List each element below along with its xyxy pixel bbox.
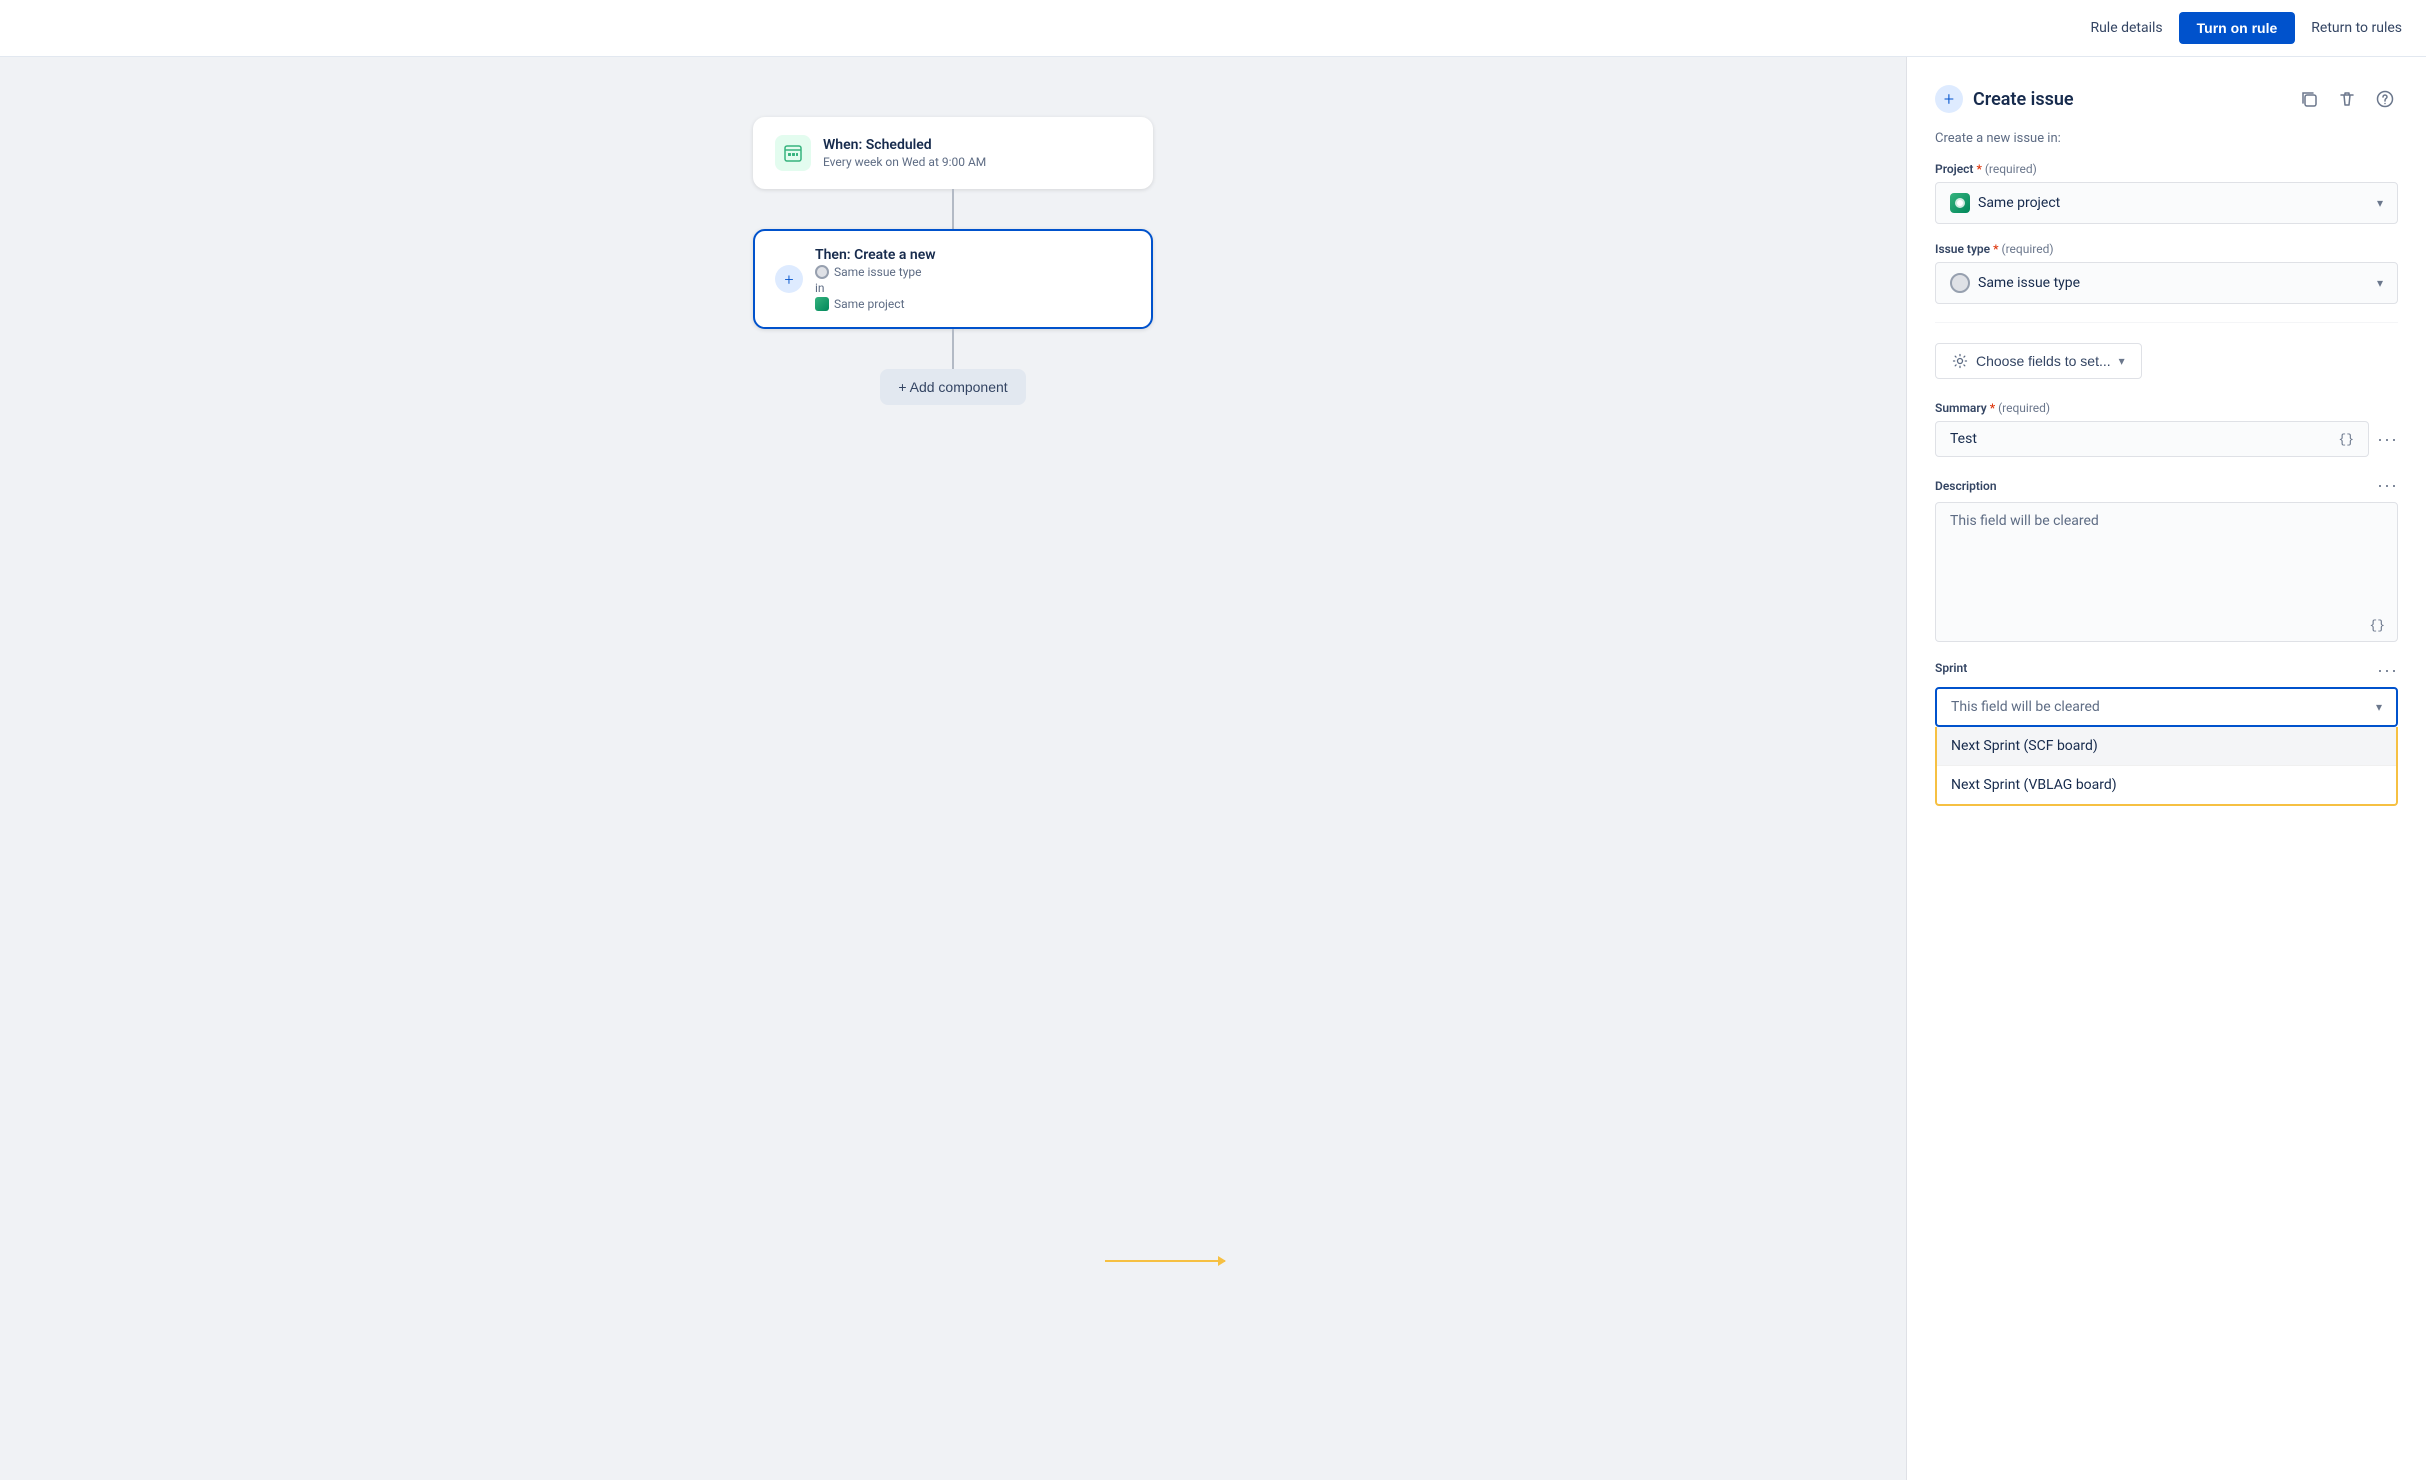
description-label: Description: [1935, 479, 1997, 493]
connector-1: [952, 189, 954, 229]
delete-icon-btn[interactable]: [2334, 86, 2360, 112]
summary-value: Test: [1950, 431, 1977, 447]
choose-fields-chevron: ▾: [2119, 354, 2125, 368]
arrow-line: [1105, 1260, 1225, 1262]
action-issue-type: Same issue type: [815, 265, 936, 279]
gear-icon: [1952, 353, 1968, 369]
choose-fields-label: Choose fields to set...: [1976, 353, 2111, 369]
project-select[interactable]: Same project ▾: [1935, 182, 2398, 224]
summary-more-button[interactable]: ···: [2377, 429, 2398, 450]
turn-on-rule-button[interactable]: Turn on rule: [2179, 12, 2296, 44]
action-content: Then: Create a new Same issue type in Sa…: [815, 247, 936, 311]
action-in-label: in: [815, 281, 936, 295]
description-curly-button[interactable]: {}: [2369, 618, 2385, 633]
sprint-option-1[interactable]: Next Sprint (VBLAG board): [1937, 765, 2396, 804]
right-panel: + Create issue: [1906, 57, 2426, 1480]
issue-type-mini-icon: [815, 265, 829, 279]
summary-curly-button[interactable]: {}: [2338, 432, 2354, 447]
action-issue-type-label: Same issue type: [834, 265, 921, 279]
project-mini-icon: [815, 297, 829, 311]
trigger-node[interactable]: When: Scheduled Every week on Wed at 9:0…: [753, 117, 1153, 189]
action-project-label: Same project: [834, 297, 905, 311]
description-more-button[interactable]: ···: [2377, 475, 2398, 496]
panel-subtitle: Create a new issue in:: [1935, 131, 2398, 146]
project-value: Same project: [1978, 195, 2060, 211]
sprint-option-1-label: Next Sprint (VBLAG board): [1951, 777, 2117, 793]
description-placeholder: This field will be cleared: [1950, 513, 2099, 529]
action-add-icon: +: [775, 265, 803, 293]
sprint-field-header: Sprint ···: [1935, 660, 2398, 681]
issue-type-select-inner: Same issue type: [1950, 273, 2080, 293]
project-field-row: Project * (required) Same project ▾: [1935, 162, 2398, 224]
action-title: Then: Create a new: [815, 247, 936, 263]
sprint-dropdown[interactable]: This field will be cleared ▾: [1935, 687, 2398, 727]
add-component-button[interactable]: + Add component: [880, 369, 1025, 405]
sprint-option-0[interactable]: Next Sprint (SCF board): [1937, 727, 2396, 765]
copy-icon-btn[interactable]: [2296, 86, 2322, 112]
top-nav: Rule details Turn on rule Return to rule…: [0, 0, 2426, 57]
sprint-section: Sprint ··· This field will be cleared ▾ …: [1935, 660, 2398, 806]
sprint-placeholder: This field will be cleared: [1951, 699, 2100, 715]
connector-2: [952, 329, 954, 369]
panel-header-actions: [2296, 86, 2398, 112]
trigger-content: When: Scheduled Every week on Wed at 9:0…: [823, 137, 986, 169]
description-field-header: Description ···: [1935, 475, 2398, 496]
project-icon: [1950, 193, 1970, 213]
sprint-label: Sprint: [1935, 661, 1967, 675]
summary-label: Summary * (required): [1935, 401, 2050, 415]
description-field-row: Description ··· This field will be clear…: [1935, 475, 2398, 642]
divider-1: [1935, 322, 2398, 323]
issue-type-icon: [1950, 273, 1970, 293]
issue-type-label: Issue type * (required): [1935, 242, 2398, 256]
trigger-subtitle: Every week on Wed at 9:00 AM: [823, 155, 986, 169]
return-to-rules-link[interactable]: Return to rules: [2311, 20, 2402, 36]
action-project: Same project: [815, 297, 936, 311]
sprint-options-list: Next Sprint (SCF board) Next Sprint (VBL…: [1935, 727, 2398, 806]
sprint-arrow-indicator: [1105, 1260, 1376, 1262]
panel-add-icon: +: [1935, 85, 1963, 113]
help-icon-btn[interactable]: [2372, 86, 2398, 112]
trigger-icon: [775, 135, 811, 171]
action-node[interactable]: + Then: Create a new Same issue type in …: [753, 229, 1153, 329]
canvas-area: When: Scheduled Every week on Wed at 9:0…: [0, 57, 1906, 1480]
panel-header: + Create issue: [1935, 85, 2398, 113]
issue-type-chevron-icon: ▾: [2377, 276, 2383, 290]
rule-details-link[interactable]: Rule details: [2090, 20, 2162, 36]
panel-title: Create issue: [1973, 89, 2074, 110]
panel-header-left: + Create issue: [1935, 85, 2074, 113]
issue-type-select[interactable]: Same issue type ▾: [1935, 262, 2398, 304]
project-select-inner: Same project: [1950, 193, 2060, 213]
issue-type-field-row: Issue type * (required) Same issue type …: [1935, 242, 2398, 304]
project-label: Project * (required): [1935, 162, 2398, 176]
sprint-option-0-label: Next Sprint (SCF board): [1951, 738, 2098, 754]
summary-input[interactable]: Test {}: [1935, 421, 2369, 457]
issue-type-value: Same issue type: [1978, 275, 2080, 291]
description-input[interactable]: This field will be cleared {}: [1935, 502, 2398, 642]
choose-fields-button[interactable]: Choose fields to set... ▾: [1935, 343, 2142, 379]
in-text: in: [815, 281, 825, 295]
main-layout: When: Scheduled Every week on Wed at 9:0…: [0, 57, 2426, 1480]
sprint-more-button[interactable]: ···: [2377, 660, 2398, 681]
summary-field-header: Summary * (required): [1935, 401, 2398, 415]
sprint-chevron-icon: ▾: [2376, 700, 2382, 714]
summary-input-wrapper: Test {} ···: [1935, 421, 2398, 457]
project-chevron-icon: ▾: [2377, 196, 2383, 210]
trigger-title: When: Scheduled: [823, 137, 986, 153]
summary-field-row: Summary * (required) Test {} ···: [1935, 401, 2398, 457]
